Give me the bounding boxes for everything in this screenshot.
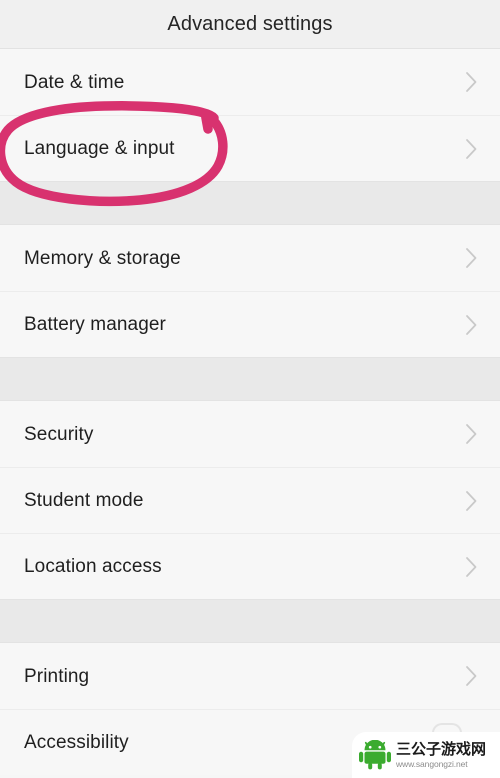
settings-row-battery-manager[interactable]: Battery manager [0, 291, 500, 357]
chevron-right-icon [465, 423, 478, 445]
settings-row-label: Memory & storage [24, 247, 181, 269]
chevron-right-icon [465, 665, 478, 687]
title-bar: Advanced settings [0, 0, 500, 49]
list-section-divider [0, 357, 500, 401]
settings-row-label: Student mode [24, 490, 144, 511]
list-section: Date & time Language & input [0, 49, 500, 181]
settings-screen: Advanced settings Date & time Language & … [0, 0, 500, 778]
settings-row-location-access[interactable]: Location access [0, 533, 500, 599]
chevron-right-icon [465, 314, 478, 336]
settings-row-label: Location access [24, 556, 162, 577]
settings-row-label: Security [24, 423, 94, 445]
settings-row-language-input[interactable]: Language & input [0, 115, 500, 181]
list-section-divider [0, 599, 500, 643]
list-section: Printing Accessibility [0, 643, 500, 775]
settings-row-date-time[interactable]: Date & time [0, 49, 500, 115]
settings-row-label: Battery manager [24, 314, 166, 335]
settings-row-student-mode[interactable]: Student mode [0, 467, 500, 533]
settings-row-memory-storage[interactable]: Memory & storage [0, 225, 500, 291]
settings-row-label: Accessibility [24, 732, 129, 753]
chevron-right-icon [465, 556, 478, 578]
list-section: Memory & storage Battery manager [0, 225, 500, 357]
settings-row-label: Language & input [24, 138, 175, 159]
list-section: Security Student mode Location access [0, 401, 500, 599]
list-section-divider [0, 181, 500, 225]
chevron-right-icon [465, 732, 478, 754]
chevron-right-icon [465, 138, 478, 160]
settings-row-security[interactable]: Security [0, 401, 500, 467]
settings-row-printing[interactable]: Printing [0, 643, 500, 709]
chevron-right-icon [465, 71, 478, 93]
chevron-right-icon [465, 490, 478, 512]
settings-row-label: Printing [24, 665, 90, 687]
chevron-right-icon [465, 247, 478, 269]
settings-row-accessibility[interactable]: Accessibility [0, 709, 500, 775]
settings-list: Date & time Language & input Memory & stor… [0, 49, 500, 775]
page-title: Advanced settings [167, 13, 333, 35]
settings-row-label: Date & time [24, 71, 125, 93]
